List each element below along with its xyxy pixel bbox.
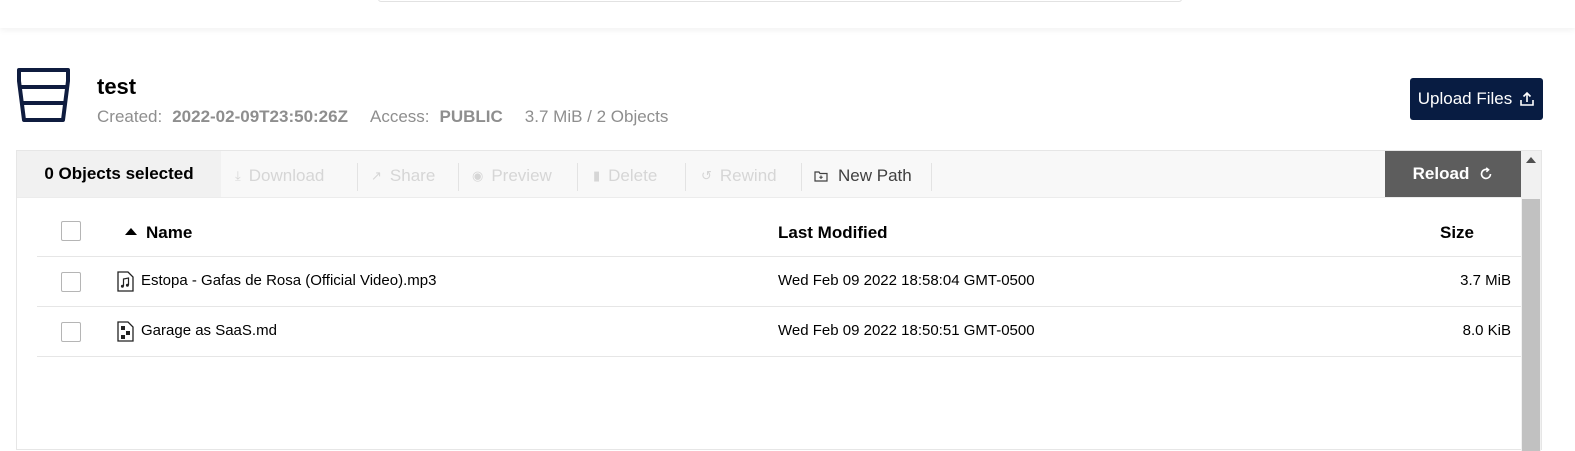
download-label: Download [248,166,325,185]
table-row[interactable]: Estopa - Gafas de Rosa (Official Video).… [37,257,1521,307]
reload-button[interactable]: Reload [1385,151,1521,197]
object-toolbar: 0 Objects selected ⤓ Download ↗ Share ◉ … [17,151,1541,198]
delete-label: Delete [608,166,658,185]
search-bar[interactable] [378,0,1182,2]
new-folder-icon [814,171,828,182]
access-value: PUBLIC [439,107,503,126]
preview-button[interactable]: ◉ Preview [472,163,552,189]
table-row[interactable]: Garage as SaaS.md Wed Feb 09 2022 18:50:… [37,307,1521,357]
document-file-icon [117,321,134,342]
bucket-icon [17,68,70,122]
selected-count: 0 Objects selected [17,151,221,197]
share-icon: ↗ [371,168,382,183]
bucket-meta: Created: 2022-02-09T23:50:26Z Access: PU… [97,107,668,127]
rewind-button[interactable]: ↺ Rewind [701,163,777,189]
vertical-scrollbar[interactable] [1521,151,1541,451]
scroll-up-button[interactable] [1521,151,1541,169]
file-last-modified: Wed Feb 09 2022 18:50:51 GMT-0500 [778,322,1035,339]
new-path-button[interactable]: New Path [814,163,912,189]
top-bar [0,0,1575,28]
reload-label: Reload [1412,164,1470,183]
toolbar-divider [685,163,686,191]
row-checkbox[interactable] [61,322,81,342]
file-size: 3.7 MiB [1460,272,1511,289]
column-header-size[interactable]: Size [1440,223,1474,243]
new-path-label: New Path [838,166,912,185]
object-browser-panel: 0 Objects selected ⤓ Download ↗ Share ◉ … [16,150,1542,451]
chevron-up-icon [1526,157,1536,163]
toolbar-divider [458,163,459,191]
download-button[interactable]: ⤓ Download [235,163,324,189]
created-value: 2022-02-09T23:50:26Z [172,107,348,126]
delete-button[interactable]: ▮ Delete [593,163,657,189]
eye-icon: ◉ [472,168,484,183]
toolbar-divider [577,163,578,191]
access-label: Access: [369,107,430,126]
file-size: 8.0 KiB [1462,322,1511,339]
trash-icon: ▮ [593,168,601,183]
sort-ascending-icon[interactable] [125,228,137,235]
share-button[interactable]: ↗ Share [371,163,435,189]
toolbar-divider [801,163,802,191]
column-header-last-modified[interactable]: Last Modified [778,223,888,243]
select-all-checkbox[interactable] [61,221,81,241]
audio-file-icon [117,271,134,292]
reload-icon [1481,167,1492,180]
preview-label: Preview [491,166,552,185]
row-checkbox[interactable] [61,272,81,292]
table-header: Name Last Modified Size [37,211,1521,257]
column-header-name[interactable]: Name [146,223,192,243]
scrollbar-thumb[interactable] [1522,199,1540,451]
rewind-label: Rewind [719,166,777,185]
bucket-usage: 3.7 MiB / 2 Objects [524,107,669,126]
file-last-modified: Wed Feb 09 2022 18:58:04 GMT-0500 [778,272,1035,289]
created-label: Created: [97,107,163,126]
share-label: Share [389,166,436,185]
file-name[interactable]: Garage as SaaS.md [141,322,277,339]
file-name[interactable]: Estopa - Gafas de Rosa (Official Video).… [141,272,436,289]
download-icon: ⤓ [235,168,241,183]
upload-files-button[interactable]: Upload Files [1410,78,1543,120]
toolbar-divider [931,163,932,191]
upload-files-label: Upload Files [1417,89,1513,108]
rewind-icon: ↺ [701,168,712,183]
bucket-name: test [97,74,137,99]
upload-icon [1520,91,1535,106]
toolbar-divider [357,163,358,191]
